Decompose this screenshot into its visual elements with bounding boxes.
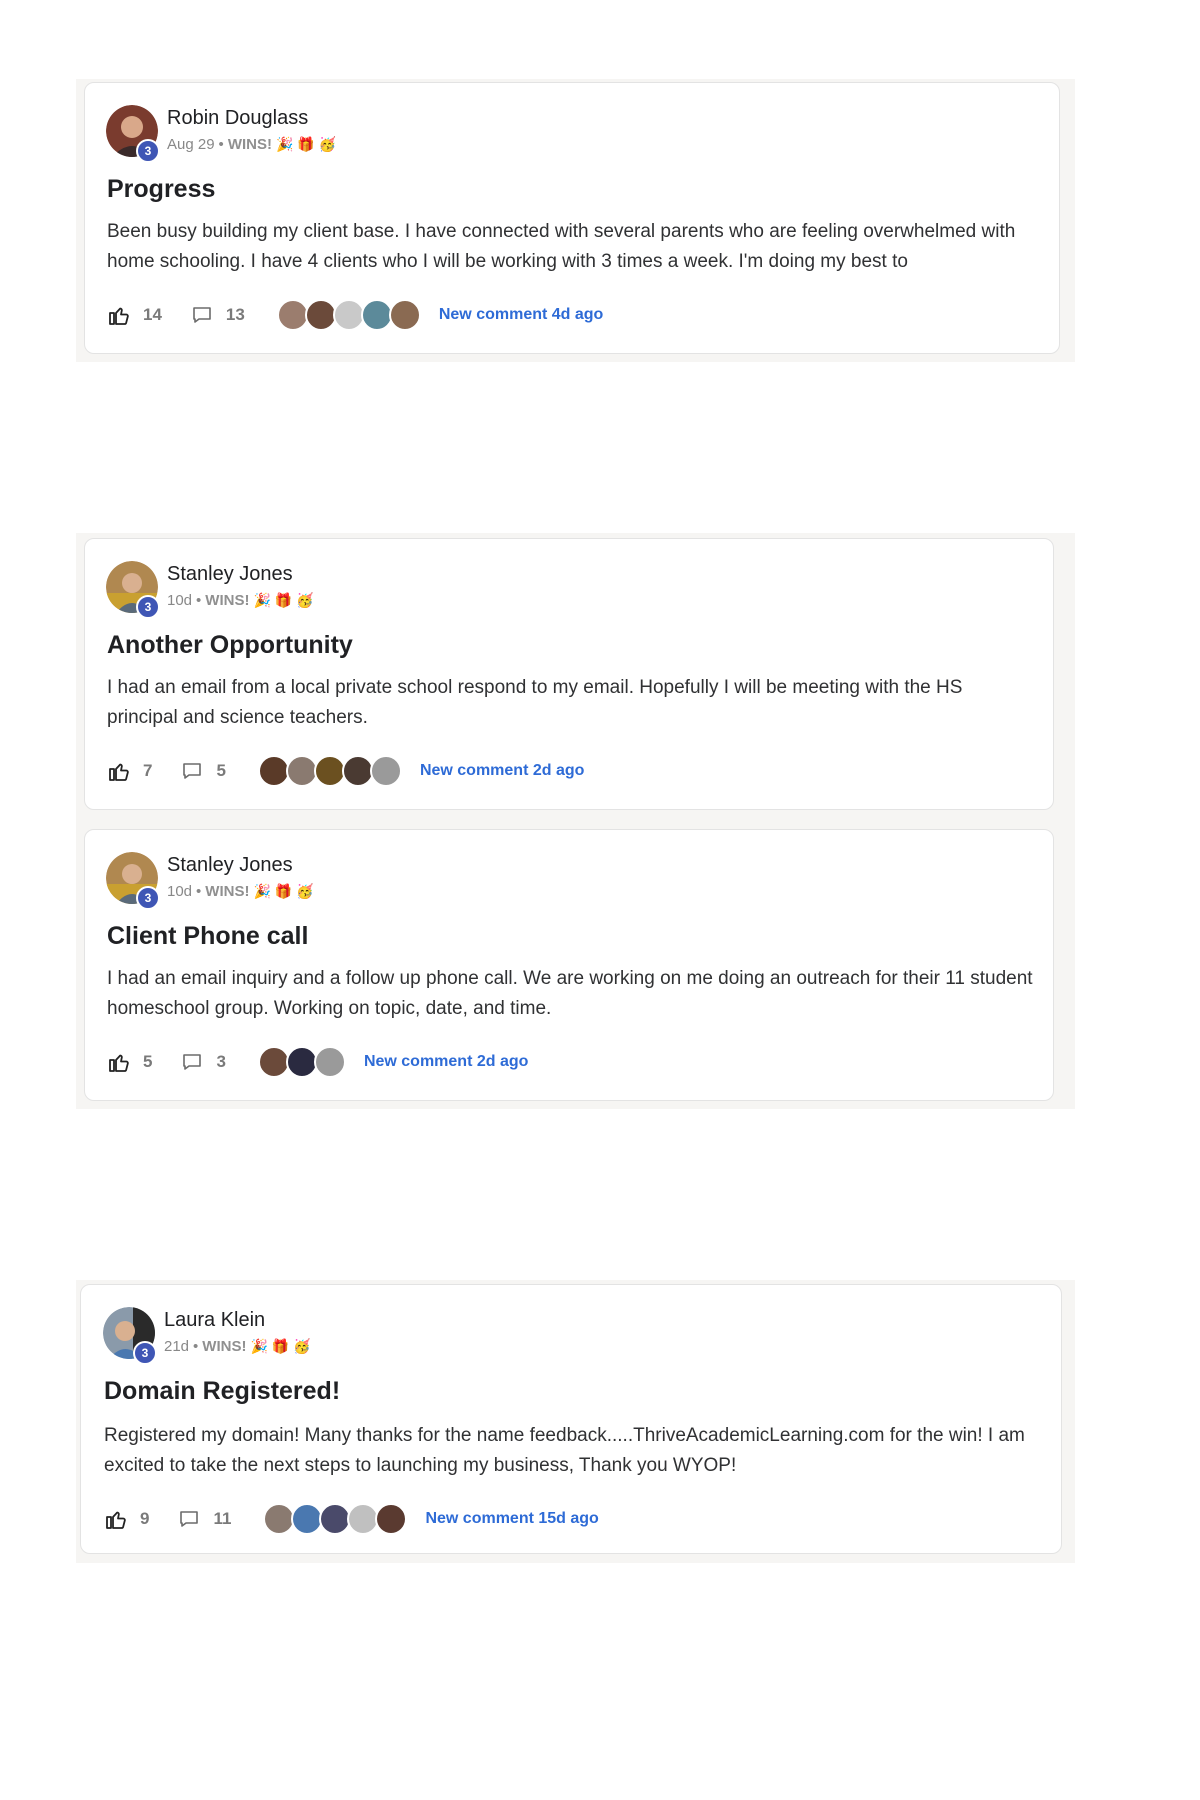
post-footer: 14 13 New comment 4d ago xyxy=(107,299,603,331)
comment-icon[interactable] xyxy=(180,1050,204,1074)
commenter-avatar xyxy=(313,1046,346,1078)
thumbs-up-icon[interactable] xyxy=(107,759,131,783)
meta-separator: • xyxy=(196,592,202,609)
post-body: Registered my domain! Many thanks for th… xyxy=(104,1425,1025,1476)
category-emojis: 🎉 🎁 🥳 xyxy=(253,883,314,899)
new-comment-link[interactable]: New comment 2d ago xyxy=(420,762,584,780)
level-badge: 3 xyxy=(136,139,160,163)
new-comment-link[interactable]: New comment 2d ago xyxy=(364,1053,528,1071)
post-footer: 9 11 New comment 15d ago xyxy=(104,1503,599,1535)
post-card[interactable]: 3 Laura Klein 21d • WINS! 🎉 🎁 🥳 Domain R… xyxy=(80,1284,1062,1554)
post-date: 10d xyxy=(167,592,193,609)
comment-icon[interactable] xyxy=(180,759,204,783)
author-name[interactable]: Laura Klein xyxy=(164,1309,265,1332)
like-count: 7 xyxy=(143,761,153,780)
post-date: 10d xyxy=(167,883,193,900)
author-avatar[interactable]: 3 xyxy=(103,1307,157,1365)
category-emojis: 🎉 🎁 🥳 xyxy=(275,136,337,152)
post-meta: Aug 29 • WINS! 🎉 🎁 🥳 xyxy=(167,136,336,153)
post-card[interactable]: 3 Stanley Jones 10d • WINS! 🎉 🎁 🥳 Client… xyxy=(84,829,1054,1101)
post-card[interactable]: 3 Robin Douglass Aug 29 • WINS! 🎉 🎁 🥳 Pr… xyxy=(84,82,1060,354)
like-count: 5 xyxy=(143,1052,153,1071)
comment-icon[interactable] xyxy=(177,1507,201,1531)
post-date: Aug 29 xyxy=(167,136,215,153)
level-badge: 3 xyxy=(133,1341,157,1365)
comment-count: 5 xyxy=(216,761,226,780)
category-label[interactable]: WINS! xyxy=(202,1338,246,1355)
commenter-avatar xyxy=(369,755,402,787)
meta-separator: • xyxy=(218,136,224,153)
like-count: 9 xyxy=(140,1509,150,1528)
level-badge: 3 xyxy=(136,886,160,910)
thumbs-up-icon[interactable] xyxy=(104,1507,128,1531)
post-meta: 21d • WINS! 🎉 🎁 🥳 xyxy=(164,1338,311,1355)
post-footer: 5 3 New comment 2d ago xyxy=(107,1046,528,1078)
commenter-avatar xyxy=(388,299,421,331)
author-avatar[interactable]: 3 xyxy=(106,852,160,910)
author-name[interactable]: Robin Douglass xyxy=(167,107,308,130)
post-title[interactable]: Progress xyxy=(107,175,215,204)
new-comment-link[interactable]: New comment 4d ago xyxy=(439,306,603,324)
commenter-avatars[interactable] xyxy=(257,1046,346,1078)
post-body: I had an email from a local private scho… xyxy=(107,677,963,728)
post-body: I had an email inquiry and a follow up p… xyxy=(107,968,1033,1019)
author-name[interactable]: Stanley Jones xyxy=(167,854,293,877)
commenter-avatars[interactable] xyxy=(257,755,402,787)
comment-count: 3 xyxy=(216,1052,226,1071)
post-footer: 7 5 New comment 2d ago xyxy=(107,755,584,787)
category-emojis: 🎉 🎁 🥳 xyxy=(253,592,314,608)
comment-count: 11 xyxy=(213,1509,232,1528)
commenter-avatars[interactable] xyxy=(263,1503,408,1535)
post-card[interactable]: 3 Stanley Jones 10d • WINS! 🎉 🎁 🥳 Anothe… xyxy=(84,538,1054,810)
post-title[interactable]: Domain Registered! xyxy=(104,1377,340,1406)
commenter-avatar xyxy=(375,1503,408,1535)
category-label[interactable]: WINS! xyxy=(205,592,249,609)
post-title[interactable]: Another Opportunity xyxy=(107,631,353,660)
post-meta: 10d • WINS! 🎉 🎁 🥳 xyxy=(167,883,314,900)
category-label[interactable]: WINS! xyxy=(228,136,272,153)
author-avatar[interactable]: 3 xyxy=(106,105,160,163)
new-comment-link[interactable]: New comment 15d ago xyxy=(425,1510,598,1528)
category-label[interactable]: WINS! xyxy=(205,883,249,900)
commenter-avatars[interactable] xyxy=(276,299,421,331)
category-emojis: 🎉 🎁 🥳 xyxy=(250,1338,311,1354)
meta-separator: • xyxy=(193,1338,199,1355)
author-avatar[interactable]: 3 xyxy=(106,561,160,619)
post-date: 21d xyxy=(164,1338,190,1355)
thumbs-up-icon[interactable] xyxy=(107,303,131,327)
meta-separator: • xyxy=(196,883,202,900)
level-badge: 3 xyxy=(136,595,160,619)
post-title[interactable]: Client Phone call xyxy=(107,922,308,951)
like-count: 14 xyxy=(143,305,162,324)
post-body: Been busy building my client base. I hav… xyxy=(107,221,1016,272)
author-name[interactable]: Stanley Jones xyxy=(167,563,293,586)
comment-icon[interactable] xyxy=(190,303,214,327)
comment-count: 13 xyxy=(225,305,245,324)
thumbs-up-icon[interactable] xyxy=(107,1050,131,1074)
post-meta: 10d • WINS! 🎉 🎁 🥳 xyxy=(167,592,314,609)
